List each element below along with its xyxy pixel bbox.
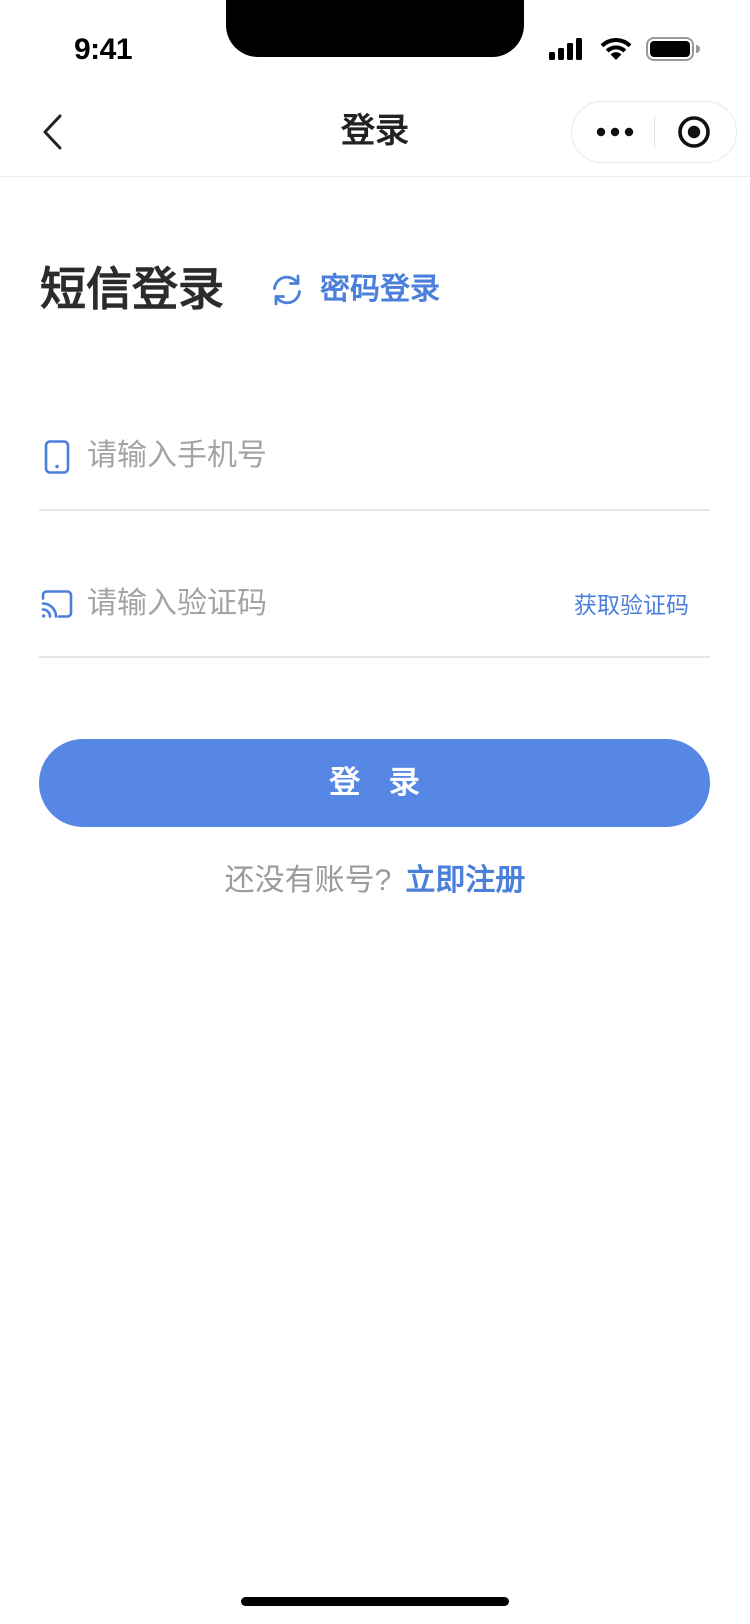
register-link[interactable]: 立即注册 — [405, 861, 525, 901]
login-heading: 短信登录 — [40, 263, 224, 315]
switch-to-password-login[interactable]: 密码登录 — [270, 268, 440, 312]
get-code-button[interactable]: 获取验证码 — [574, 589, 689, 621]
refresh-icon — [273, 274, 301, 306]
close-button[interactable] — [676, 114, 712, 150]
nav-divider — [0, 176, 750, 177]
status-time: 9:41 — [74, 33, 133, 66]
battery-icon — [646, 37, 700, 61]
switch-login-label: 密码登录 — [320, 273, 440, 306]
login-button-label: 登 录 — [329, 765, 430, 800]
code-field-underline — [39, 656, 710, 658]
wifi-icon — [599, 37, 633, 61]
verification-code-input[interactable] — [87, 584, 527, 624]
mini-program-capsule — [571, 101, 737, 163]
phone-icon — [44, 440, 70, 474]
more-dots-icon — [596, 127, 634, 137]
cellular-signal-icon — [549, 38, 583, 60]
register-prompt: 还没有账号? — [224, 864, 392, 897]
capsule-divider — [654, 116, 655, 148]
home-indicator — [241, 1597, 509, 1606]
phone-input[interactable] — [87, 436, 527, 476]
cast-icon — [40, 589, 74, 619]
register-row: 还没有账号? 立即注册 — [0, 859, 750, 903]
phone-field-underline — [39, 509, 710, 511]
device-notch — [226, 0, 524, 57]
login-button[interactable]: 登 录 — [39, 739, 710, 827]
target-circle-icon — [678, 116, 710, 148]
more-button[interactable] — [593, 117, 637, 147]
